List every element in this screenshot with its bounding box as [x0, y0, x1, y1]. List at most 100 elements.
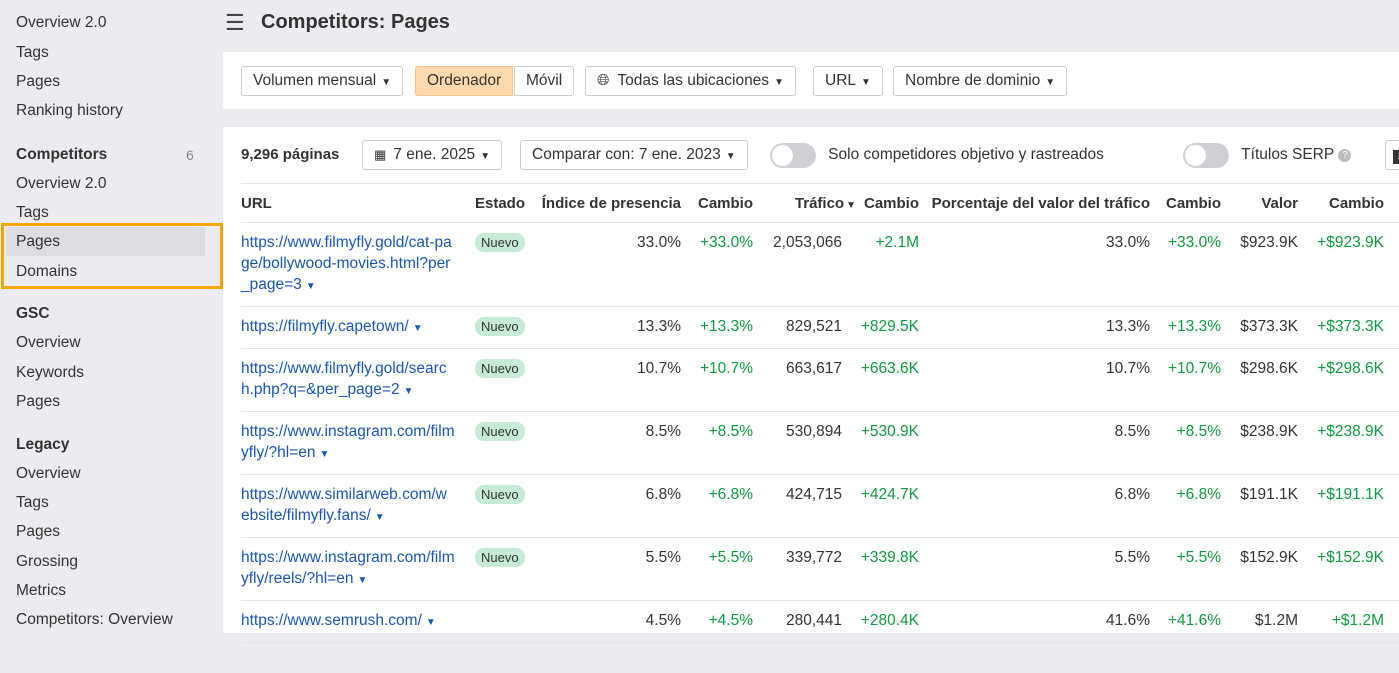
presence-value: 13.3%: [535, 306, 681, 349]
pct-change: +13.3%: [1150, 306, 1221, 349]
page-url-link[interactable]: https://www.instagram.com/filmyfly/reels…: [241, 549, 455, 587]
status-badge: Nuevo: [475, 359, 525, 378]
presence-change: +13.3%: [681, 306, 753, 349]
sidebar-item-pages[interactable]: Pages: [6, 67, 205, 96]
value-change: +$298.6K: [1298, 348, 1384, 412]
locations-label: Todas las ubicaciones: [617, 72, 770, 89]
page-url-link[interactable]: https://www.filmyfly.gold/search.php?q=&…: [241, 360, 447, 398]
url-dropdown-icon[interactable]: ▼: [413, 323, 423, 334]
traffic-change: +2.1M: [856, 222, 919, 307]
compare-dropdown[interactable]: Comparar con: 7 ene. 2023 ▼: [520, 140, 748, 170]
col-traffic-value-pct[interactable]: Porcentaje del valor del tráfico: [919, 183, 1150, 223]
traffic-value-pct: 13.3%: [919, 306, 1150, 349]
caret-down-icon: ▼: [774, 77, 784, 88]
traffic-value-pct: 5.5%: [919, 537, 1150, 601]
caret-down-icon: ▼: [1045, 77, 1056, 88]
presence-value: 8.5%: [535, 411, 681, 475]
page-url-link[interactable]: https://www.filmyfly.gold/cat-page/bolly…: [241, 234, 452, 293]
traffic-value: 663,617: [753, 348, 856, 412]
sidebar-item-legacy-tags[interactable]: Tags: [6, 488, 205, 517]
table-row: https://www.semrush.com/ ▼ 4.5% +4.5% 280…: [223, 600, 1399, 643]
caret-down-icon: ▼: [861, 77, 871, 88]
competitors-toggle-row: Solo competidores objetivo y rastreados: [770, 140, 1104, 170]
col-url[interactable]: URL: [241, 183, 465, 223]
competitors-toggle-label: Solo competidores objetivo y rastreados: [828, 146, 1104, 163]
page-header: ☰ Competitors: Pages: [223, 0, 1399, 50]
url-dropdown-icon[interactable]: ▼: [357, 575, 367, 586]
presence-value: 33.0%: [535, 222, 681, 307]
url-dropdown-icon[interactable]: ▼: [320, 449, 330, 460]
serp-titles-toggle[interactable]: [1183, 142, 1229, 168]
domain-dropdown[interactable]: Nombre de dominio ▼: [893, 66, 1068, 96]
date-label: 7 ene. 2025: [393, 146, 476, 163]
date-picker[interactable]: ▦ 7 ene. 2025 ▼: [362, 140, 503, 170]
sort-desc-icon: ▼: [846, 199, 856, 211]
url-dropdown-icon[interactable]: ▼: [426, 617, 436, 628]
col-traffic[interactable]: Tráfico ▼: [753, 183, 856, 223]
caret-down-icon: ▼: [725, 151, 736, 162]
col-change-pct[interactable]: Cambio: [1150, 183, 1221, 223]
sidebar-item-ranking-history[interactable]: Ranking history: [6, 96, 205, 125]
volume-dropdown[interactable]: Volumen mensual ▼: [241, 66, 404, 96]
sidebar-item-legacy-competitors-overview[interactable]: Competitors: Overview: [6, 605, 205, 634]
domain-label: Nombre de dominio: [905, 72, 1041, 89]
table-row-partial: [223, 642, 1399, 673]
pct-change: +41.6%: [1150, 600, 1221, 643]
sidebar-item-gsc-pages[interactable]: Pages: [6, 387, 205, 416]
page-url-link[interactable]: https://www.instagram.com/filmyfly/?hl=e…: [241, 423, 455, 461]
sidebar-item-legacy-overview[interactable]: Overview: [6, 459, 205, 488]
presence-value: 4.5%: [535, 600, 681, 643]
col-change-value[interactable]: Cambio: [1298, 183, 1384, 223]
sidebar-item-legacy-metrics[interactable]: Metrics: [6, 576, 205, 605]
url-dropdown[interactable]: URL ▼: [813, 66, 883, 96]
col-value[interactable]: Valor: [1221, 183, 1298, 223]
traffic-change: +339.8K: [856, 537, 919, 601]
value-change: +$923.9K: [1298, 222, 1384, 307]
url-dropdown-icon[interactable]: ▼: [375, 512, 385, 523]
value-change: +$152.9K: [1298, 537, 1384, 601]
menu-icon[interactable]: ☰: [225, 10, 245, 36]
competitors-toggle[interactable]: [770, 142, 816, 168]
url-dropdown-icon[interactable]: ▼: [404, 386, 414, 397]
col-change-traffic[interactable]: Cambio: [856, 183, 919, 223]
sidebar-item-legacy-grossing[interactable]: Grossing: [6, 547, 205, 576]
status-badge: Nuevo: [475, 422, 525, 441]
value: $373.3K: [1221, 306, 1298, 349]
value-change: +$373.3K: [1298, 306, 1384, 349]
traffic-change: +280.4K: [856, 600, 919, 643]
url-dropdown-icon[interactable]: ▼: [306, 281, 316, 292]
col-change-presence[interactable]: Cambio: [681, 183, 753, 223]
serp-titles-label: Títulos SERP: [1241, 146, 1335, 163]
page-url-link[interactable]: https://filmyfly.capetown/: [241, 318, 409, 335]
table-row: https://www.similarweb.com/website/filmy…: [223, 474, 1399, 538]
value: $1.2M: [1221, 600, 1298, 643]
export-button[interactable]: ↓: [1385, 140, 1399, 170]
sidebar-item-competitors-overview[interactable]: Overview 2.0: [6, 169, 205, 198]
status-badge: Nuevo: [475, 548, 525, 567]
url-label: URL: [825, 72, 857, 89]
page-url-link[interactable]: https://www.similarweb.com/website/filmy…: [241, 486, 447, 524]
calendar-icon: ▦: [374, 147, 387, 162]
locations-dropdown[interactable]: 🌐︎ Todas las ubicaciones ▼: [585, 66, 796, 96]
value: $298.6K: [1221, 348, 1298, 412]
desktop-button[interactable]: Ordenador: [415, 66, 514, 96]
value: $923.9K: [1221, 222, 1298, 307]
value: $238.9K: [1221, 411, 1298, 475]
presence-change: +4.5%: [681, 600, 753, 643]
page-title: Competitors: Pages: [261, 11, 450, 33]
sidebar-item-gsc-keywords[interactable]: Keywords: [6, 358, 205, 387]
traffic-value: 530,894: [753, 411, 856, 475]
pages-table: URL Estado Índice de presencia Cambio Tr…: [223, 183, 1399, 673]
mobile-button[interactable]: Móvil: [514, 66, 575, 96]
col-estado[interactable]: Estado: [465, 183, 535, 223]
page-url-link[interactable]: https://www.semrush.com/: [241, 612, 422, 629]
sidebar-item-legacy-pages[interactable]: Pages: [6, 517, 205, 546]
col-presence[interactable]: Índice de presencia: [535, 183, 681, 223]
section-legacy: Legacy: [16, 436, 70, 453]
sidebar-item-overview[interactable]: Overview 2.0: [6, 8, 205, 37]
table-row: https://www.instagram.com/filmyfly/reels…: [223, 537, 1399, 601]
presence-change: +10.7%: [681, 348, 753, 412]
sidebar-item-gsc-overview[interactable]: Overview: [6, 328, 205, 357]
sidebar-item-tags[interactable]: Tags: [6, 38, 205, 67]
help-icon[interactable]: ?: [1338, 148, 1352, 162]
